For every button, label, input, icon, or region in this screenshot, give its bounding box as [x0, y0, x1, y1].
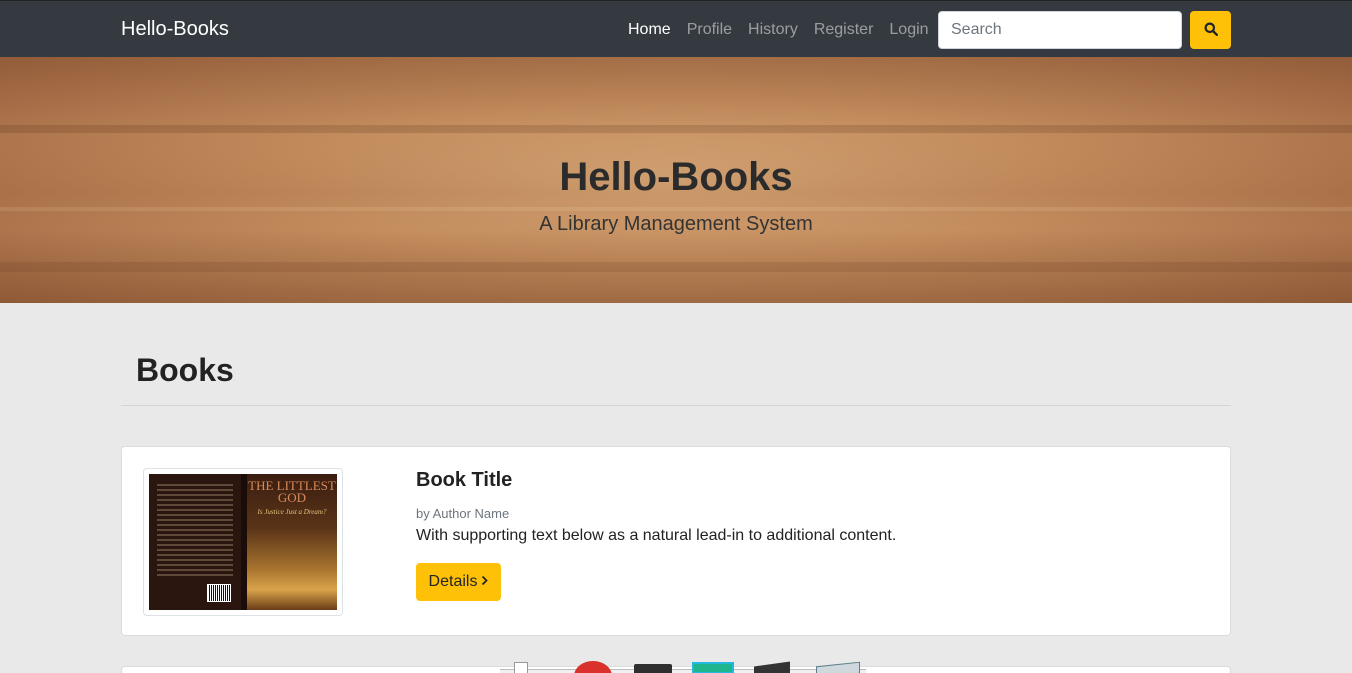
dock-bar	[500, 669, 866, 673]
wood-grain	[0, 262, 1352, 272]
nav-link-history[interactable]: History	[740, 20, 806, 40]
chevron-right-icon	[481, 573, 489, 591]
app-icon[interactable]	[816, 661, 860, 673]
book-card: THE LITTLEST GOD Is Justice Just a Dream…	[121, 446, 1231, 636]
search-button[interactable]	[1190, 11, 1231, 49]
taskbar-dock	[500, 660, 866, 673]
cover-back	[149, 474, 241, 610]
details-button[interactable]: Details	[416, 563, 501, 601]
nav-link-register[interactable]: Register	[806, 20, 882, 40]
book-cover-thumbnail[interactable]: THE LITTLEST GOD Is Justice Just a Dream…	[143, 468, 343, 616]
barcode-icon	[207, 584, 231, 602]
app-icon[interactable]	[574, 661, 612, 673]
hero-title: Hello-Books	[559, 155, 793, 199]
nav-link-profile[interactable]: Profile	[679, 20, 740, 40]
divider	[121, 405, 1231, 406]
app-icon[interactable]	[514, 662, 528, 673]
hero-subtitle: A Library Management System	[539, 213, 813, 235]
nav-link-home[interactable]: Home	[620, 20, 679, 40]
wood-grain	[0, 207, 1352, 211]
app-icon[interactable]	[754, 661, 790, 673]
hero-banner: Hello-Books A Library Management System	[0, 57, 1352, 303]
navbar: Hello-Books Home Profile History Registe…	[0, 0, 1352, 57]
details-button-label: Details	[428, 573, 478, 590]
wood-grain	[0, 125, 1352, 133]
cover-title: THE LITTLEST GOD	[248, 478, 336, 505]
app-icon[interactable]	[692, 662, 734, 673]
nav-links: Home Profile History Register Login	[620, 20, 937, 40]
section-title: Books	[136, 352, 234, 388]
book-cover-image: THE LITTLEST GOD Is Justice Just a Dream…	[149, 474, 337, 610]
book-description: With supporting text below as a natural …	[416, 527, 897, 544]
cover-front: THE LITTLEST GOD Is Justice Just a Dream…	[247, 474, 337, 610]
brand-link[interactable]: Hello-Books	[121, 18, 229, 41]
book-author: by Author Name	[416, 506, 510, 521]
app-icon[interactable]	[634, 664, 672, 673]
book-title: Book Title	[416, 469, 513, 491]
nav-link-login[interactable]: Login	[881, 20, 936, 40]
search-icon	[1204, 22, 1218, 39]
cover-subtitle: Is Justice Just a Dream?	[257, 508, 327, 516]
search-input[interactable]	[938, 11, 1182, 49]
